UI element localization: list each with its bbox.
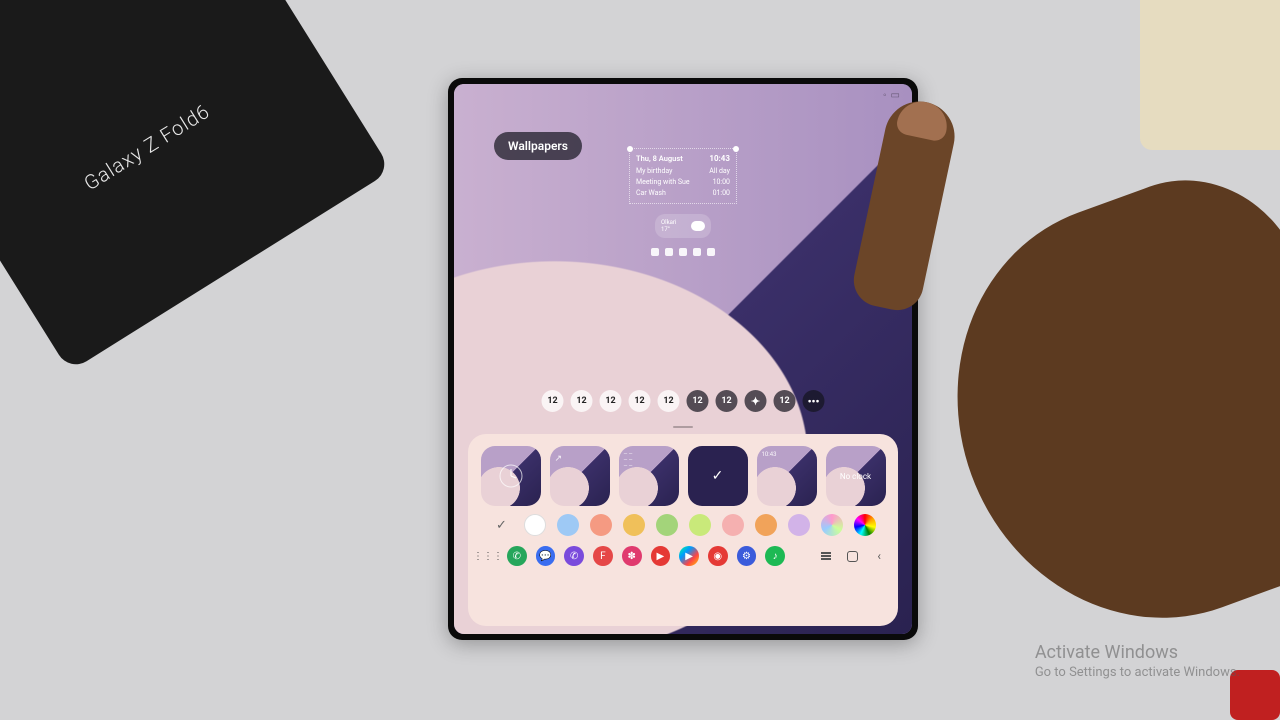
customization-sheet: ↗ — —— —— — 10:43 No clock ✓	[468, 434, 898, 626]
color-swatch[interactable]	[722, 514, 744, 536]
clock-style-option[interactable]: 12	[542, 390, 564, 412]
chat-app-icon[interactable]: 💬	[536, 546, 556, 566]
settings-app-icon[interactable]: ⚙	[737, 546, 757, 566]
spotify-app-icon[interactable]: ♪	[765, 546, 785, 566]
clock-style-more[interactable]: •••	[803, 390, 825, 412]
nav-recents-button[interactable]	[817, 547, 835, 565]
shortcut-icon[interactable]	[651, 248, 659, 256]
shortcut-icon[interactable]	[693, 248, 701, 256]
user-hand	[840, 90, 1200, 650]
color-swatch[interactable]	[788, 514, 810, 536]
event-time: 10:00	[713, 177, 730, 188]
dock-row: ⋮⋮⋮ ✆ 💬 ✆ F ✽ ▶ ▶ ◉ ⚙ ♪ ‹	[478, 544, 888, 566]
clock-style-option[interactable]: 12	[687, 390, 709, 412]
hand-index-finger	[849, 95, 961, 315]
watermark-title: Activate Windows	[1035, 642, 1240, 663]
watermark-subtitle: Go to Settings to activate Windows.	[1035, 665, 1240, 680]
viber-app-icon[interactable]: ✆	[564, 546, 584, 566]
clock-style-option[interactable]: 12	[600, 390, 622, 412]
color-swatch[interactable]	[689, 514, 711, 536]
weather-temp: 17°	[661, 226, 676, 233]
clock-style-option[interactable]: 12	[716, 390, 738, 412]
clock-style-option[interactable]: 12	[571, 390, 593, 412]
clock-style-option[interactable]: 12	[774, 390, 796, 412]
event-title: My birthday	[636, 166, 673, 177]
color-swatch[interactable]	[656, 514, 678, 536]
apps-drawer-icon[interactable]: ⋮⋮⋮	[478, 546, 498, 566]
flipboard-app-icon[interactable]: F	[593, 546, 613, 566]
clock-style-option[interactable]: 12	[629, 390, 651, 412]
clock-style-selector: 12 12 12 12 12 12 12 ✦ 12 •••	[542, 390, 825, 412]
clock-style-option[interactable]: 12	[658, 390, 680, 412]
widget-time: 10:43	[709, 153, 730, 166]
analog-clock-icon	[498, 463, 524, 489]
lockscreen-template[interactable]: 10:43	[757, 446, 817, 506]
lockscreen-template[interactable]	[481, 446, 541, 506]
product-box	[0, 0, 392, 372]
windows-activation-watermark: Activate Windows Go to Settings to activ…	[1035, 642, 1240, 680]
galaxy-store-icon[interactable]: ✽	[622, 546, 642, 566]
event-time: 01:00	[713, 188, 730, 199]
color-swatch[interactable]	[524, 514, 546, 536]
hand-palm	[900, 148, 1280, 673]
color-swatch[interactable]	[557, 514, 579, 536]
template-hint: 10:43	[762, 451, 812, 458]
ytmusic-app-icon[interactable]: ◉	[708, 546, 728, 566]
lockscreen-template-selected[interactable]	[688, 446, 748, 506]
arrow-icon: ↗	[555, 454, 605, 464]
lockscreen-template[interactable]: ↗	[550, 446, 610, 506]
phone-app-icon[interactable]: ✆	[507, 546, 527, 566]
event-title: Car Wash	[636, 188, 666, 199]
color-swatch[interactable]	[590, 514, 612, 536]
lockscreen-template[interactable]: — —— —— —	[619, 446, 679, 506]
shortcut-icon[interactable]	[665, 248, 673, 256]
event-time: All day	[709, 166, 730, 177]
color-swatch[interactable]	[755, 514, 777, 536]
youtube-app-icon[interactable]: ▶	[651, 546, 671, 566]
weather-city: Olkari	[661, 219, 676, 226]
event-title: Meeting with Sue	[636, 177, 690, 188]
shortcut-icon[interactable]	[679, 248, 687, 256]
cloud-icon	[691, 221, 705, 231]
clock-style-option[interactable]: ✦	[745, 390, 767, 412]
wallpapers-button[interactable]: Wallpapers	[494, 132, 582, 160]
lockscreen-calendar-widget[interactable]: Thu, 8 August 10:43 My birthday All day …	[629, 148, 737, 204]
sheet-drag-handle[interactable]	[673, 426, 693, 428]
shortcut-icon[interactable]	[707, 248, 715, 256]
weather-widget[interactable]: Olkari 17°	[655, 214, 711, 238]
play-store-icon[interactable]: ▶	[679, 546, 699, 566]
shortcut-icons-row[interactable]	[651, 248, 715, 256]
template-row: ↗ — —— —— — 10:43 No clock	[478, 446, 888, 506]
color-selected-check[interactable]: ✓	[491, 514, 513, 536]
widget-date: Thu, 8 August	[636, 153, 683, 166]
calendar-preview-icon: — —— —— —	[624, 451, 674, 469]
color-swatch-row: ✓	[478, 514, 888, 536]
color-swatch[interactable]	[623, 514, 645, 536]
